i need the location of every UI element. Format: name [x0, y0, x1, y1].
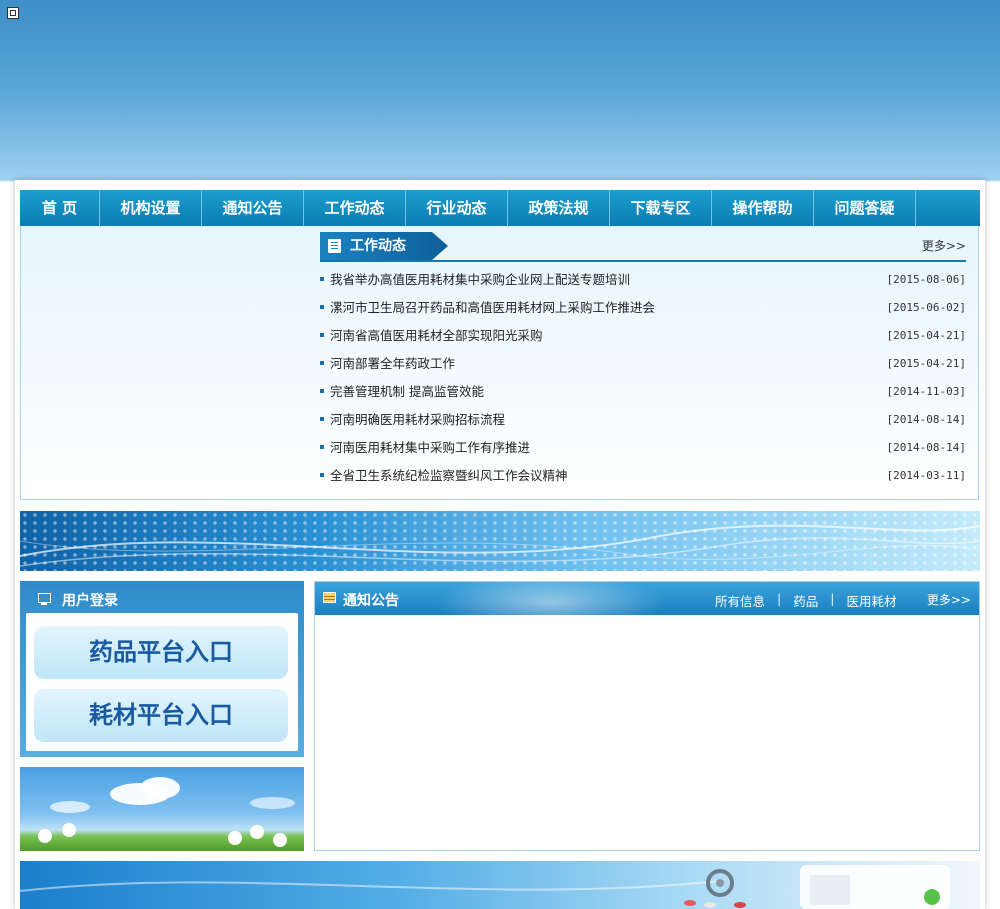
- consumable-platform-button[interactable]: 耗材平台入口: [34, 689, 288, 742]
- top-banner: [0, 0, 1000, 180]
- news-item-title[interactable]: 河南医用耗材集中采购工作有序推进: [320, 434, 530, 462]
- cloud: [50, 801, 90, 813]
- main-nav: 首 页 机构设置 通知公告 工作动态 行业动态 政策法规 下载专区 操作帮助 问…: [20, 190, 980, 226]
- login-title: 用户登录: [62, 593, 118, 609]
- filter-drugs[interactable]: 药品: [793, 591, 818, 610]
- medical-illustration: [20, 865, 950, 909]
- news-header: 工作动态 更多>>: [320, 232, 966, 262]
- sky-image: [20, 767, 304, 851]
- notice-filter-links: 所有信息 | 药品 | 医用耗材: [715, 591, 896, 610]
- news-item-title[interactable]: 河南明确医用耗材采购招标流程: [320, 406, 505, 434]
- notice-panel: 通知公告 所有信息 | 药品 | 医用耗材 更多>>: [314, 581, 980, 851]
- news-item-date: [2015-04-21]: [886, 329, 966, 342]
- nav-work-news[interactable]: 工作动态: [304, 190, 406, 226]
- separator: |: [777, 591, 782, 606]
- news-item-date: [2015-06-02]: [886, 301, 966, 314]
- login-entries: 药品平台入口 耗材平台入口: [26, 613, 298, 751]
- list-item[interactable]: 河南省高值医用耗材全部实现阳光采购 [2015-04-21]: [320, 322, 966, 350]
- news-item-title[interactable]: 全省卫生系统纪检监察暨纠风工作会议精神: [320, 462, 568, 490]
- filter-consumables[interactable]: 医用耗材: [846, 591, 896, 610]
- drug-platform-button[interactable]: 药品平台入口: [34, 626, 288, 679]
- list-item[interactable]: 河南明确医用耗材采购招标流程 [2014-08-14]: [320, 406, 966, 434]
- cloud: [140, 777, 180, 799]
- banner-waves: [20, 524, 980, 567]
- bottom-banner: [20, 861, 980, 909]
- nav-policies[interactable]: 政策法规: [508, 190, 610, 226]
- news-tab: 工作动态: [320, 232, 448, 260]
- window-icon: [7, 7, 19, 19]
- nav-industry-news[interactable]: 行业动态: [406, 190, 508, 226]
- news-item-title[interactable]: 我省举办高值医用耗材集中采购企业网上配送专题培训: [320, 266, 630, 294]
- news-more-link[interactable]: 更多>>: [922, 237, 966, 254]
- cloud: [250, 797, 295, 809]
- nav-help[interactable]: 操作帮助: [712, 190, 814, 226]
- news-item-date: [2014-08-14]: [886, 413, 966, 426]
- news-item-date: [2015-08-06]: [886, 273, 966, 286]
- daisy-flower: [64, 825, 74, 835]
- nav-organization[interactable]: 机构设置: [100, 190, 202, 226]
- monitor-icon: [38, 593, 51, 605]
- news-item-title[interactable]: 河南部署全年药政工作: [320, 350, 455, 378]
- news-item-title[interactable]: 漯河市卫生局召开药品和高值医用耗材网上采购工作推进会: [320, 294, 655, 322]
- list-item[interactable]: 漯河市卫生局召开药品和高值医用耗材网上采购工作推进会 [2015-06-02]: [320, 294, 966, 322]
- list-item[interactable]: 完善管理机制 提高监管效能 [2014-11-03]: [320, 378, 966, 406]
- list-item[interactable]: 河南部署全年药政工作 [2015-04-21]: [320, 350, 966, 378]
- daisy-flower: [40, 831, 50, 841]
- list-item[interactable]: 河南医用耗材集中采购工作有序推进 [2014-08-14]: [320, 434, 966, 462]
- daisy-flower: [252, 827, 262, 837]
- daisy-flower: [275, 835, 285, 845]
- wave-banner: [20, 511, 980, 571]
- nav-notices[interactable]: 通知公告: [202, 190, 304, 226]
- separator: |: [830, 591, 835, 606]
- nav-faq[interactable]: 问题答疑: [814, 190, 916, 226]
- filter-all[interactable]: 所有信息: [715, 591, 765, 610]
- news-item-title[interactable]: 河南省高值医用耗材全部实现阳光采购: [320, 322, 543, 350]
- news-item-date: [2014-03-11]: [886, 469, 966, 482]
- list-item[interactable]: 我省举办高值医用耗材集中采购企业网上配送专题培训 [2015-08-06]: [320, 266, 966, 294]
- news-title: 工作动态: [350, 238, 406, 254]
- login-panel: 用户登录 药品平台入口 耗材平台入口: [20, 581, 304, 757]
- header-swoosh: [435, 582, 665, 615]
- document-icon: [328, 239, 341, 253]
- notice-title: 通知公告: [343, 593, 399, 609]
- nav-home[interactable]: 首 页: [20, 190, 100, 226]
- news-item-date: [2015-04-21]: [886, 357, 966, 370]
- daisy-flower: [230, 833, 240, 843]
- notice-more-link[interactable]: 更多>>: [927, 591, 971, 608]
- notice-header: 通知公告 所有信息 | 药品 | 医用耗材 更多>>: [315, 582, 979, 615]
- news-item-date: [2014-11-03]: [886, 385, 966, 398]
- nav-downloads[interactable]: 下载专区: [610, 190, 712, 226]
- news-item-title[interactable]: 完善管理机制 提高监管效能: [320, 378, 484, 406]
- news-list: 我省举办高值医用耗材集中采购企业网上配送专题培训 [2015-08-06] 漯河…: [320, 266, 966, 490]
- news-item-date: [2014-08-14]: [886, 441, 966, 454]
- table-icon: [323, 592, 336, 603]
- list-item[interactable]: 全省卫生系统纪检监察暨纠风工作会议精神 [2014-03-11]: [320, 462, 966, 490]
